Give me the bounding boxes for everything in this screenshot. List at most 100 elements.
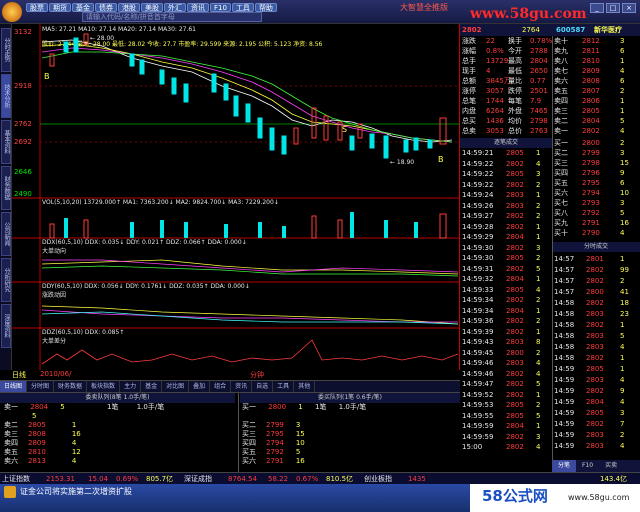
menu-item[interactable]: 美股	[141, 3, 163, 12]
news-icon	[4, 486, 16, 498]
cell: 14:59:46	[462, 369, 494, 378]
tab-f10[interactable]: F10	[576, 460, 599, 472]
menu-item[interactable]: 港股	[118, 3, 140, 12]
tab[interactable]: 工具	[273, 381, 295, 392]
menu-item[interactable]: 期货	[49, 3, 71, 12]
cell: 2811	[582, 47, 600, 55]
cell: 7	[620, 420, 625, 428]
tab-basic-info[interactable]: 基本资料	[1, 120, 11, 164]
price-label: 2490	[14, 190, 32, 198]
tab[interactable]: 资讯	[231, 381, 253, 392]
tab[interactable]: 日线图	[0, 381, 28, 392]
tab[interactable]: 分时图	[27, 381, 55, 392]
row-volume: 10	[295, 439, 305, 447]
row-label: 买三	[242, 430, 256, 438]
data-row: 总额 3845万 量比 0.77	[460, 76, 552, 86]
cell: 14:57	[554, 255, 575, 263]
data-row: 14:58 2803 5	[552, 331, 640, 342]
high-note: ← 28.00	[90, 35, 114, 42]
menu-item[interactable]: 股票	[26, 3, 48, 12]
data-row: 14:59 2805 3	[552, 408, 640, 419]
cell: 41	[620, 288, 629, 296]
chart-svg: 3132 2918 2762 2692 2646 2490 MA5: 27.21…	[12, 24, 460, 370]
cell: 5	[536, 264, 541, 273]
quote-header: 2802 2764 600587 新华医疗	[460, 24, 640, 36]
data-row: 卖四 2806 1	[552, 96, 640, 106]
tab[interactable]: 主力	[120, 381, 142, 392]
cell: 3	[620, 409, 625, 417]
tab[interactable]: 基金	[141, 381, 163, 392]
price-label: 2762	[14, 120, 32, 128]
minimize-button[interactable]: _	[590, 3, 604, 13]
tab-intraday[interactable]: 分时走势	[1, 28, 11, 72]
cell: 3	[536, 432, 541, 441]
cell: 1	[536, 275, 541, 283]
ddy-legend: DDY(60,5,10) DDX: 0.056↓ DDY: 0.1761↓ DD…	[42, 283, 250, 290]
ddz-legend: DDZ(60,5,10) DDX: 0.085↑	[42, 329, 124, 336]
close-button[interactable]: ×	[622, 3, 636, 13]
tab[interactable]: 组合	[210, 381, 232, 392]
tab-financial[interactable]: 财务数据	[1, 166, 11, 210]
menu-item[interactable]: 外汇	[164, 3, 186, 12]
sell-count: 5	[60, 403, 65, 411]
menu-item[interactable]: F10	[210, 3, 231, 12]
tab[interactable]: 其他	[294, 381, 316, 392]
tab-news[interactable]: 公司新闻	[1, 212, 11, 256]
cell: 14:59:33	[462, 285, 494, 294]
tab-technical[interactable]: 技术分析	[1, 74, 11, 118]
cell: 2802	[506, 432, 524, 441]
cell: 4	[620, 398, 625, 406]
cell: 2803	[506, 338, 524, 346]
tab[interactable]: 板块指数	[87, 381, 121, 392]
cell: 1	[620, 57, 625, 65]
data-row: 买六 2794 10	[552, 188, 640, 198]
tab[interactable]: 财务数据	[54, 381, 88, 392]
menu-item[interactable]: 债券	[95, 3, 117, 12]
data-row: 14:59:45 2800 2	[460, 348, 552, 359]
data-row: 卖二 2804 5	[552, 116, 640, 126]
data-row: 总笔 1744 每笔 7.9	[460, 96, 552, 106]
search-input[interactable]: 请输入代码/名称/拼音首字母	[82, 12, 262, 22]
quote-tabs: 分笔 F10 买卖	[552, 460, 640, 472]
quote-price-extra: 2764	[522, 26, 540, 34]
data-row: 14:59:34 2804 1	[460, 306, 552, 317]
tab-deep[interactable]: 深度资料	[1, 304, 11, 348]
news-headline[interactable]: 证金公司将实施第二次增资扩股	[20, 486, 132, 497]
cell: 14:59	[554, 409, 575, 417]
cell: 3053	[486, 127, 504, 135]
cell: 2803	[586, 442, 604, 450]
cell: 2802	[506, 380, 524, 388]
tab-ticks[interactable]: 分笔	[552, 460, 577, 472]
menu-item[interactable]: 工具	[231, 3, 254, 12]
buy-row: 买二 2799 3	[242, 421, 300, 430]
cell: 2788	[530, 47, 548, 55]
menu-item[interactable]: 资讯	[187, 3, 209, 12]
cell: 14:59	[554, 376, 575, 384]
cell: 14:58	[554, 343, 575, 351]
chart-area[interactable]: 3132 2918 2762 2692 2646 2490 MA5: 27.21…	[12, 24, 460, 370]
sell-row: 卖四 2809 4	[4, 439, 76, 448]
tab-trade[interactable]: 买卖	[599, 460, 623, 472]
cell: 15:00	[462, 443, 483, 451]
tab-research[interactable]: 分析研究	[1, 258, 11, 302]
cell: 13729	[486, 57, 509, 65]
cell: 1	[536, 149, 541, 157]
price-label: 2918	[14, 82, 32, 90]
tab[interactable]: 对比图	[162, 381, 190, 392]
data-row: 买九 2791 16	[552, 218, 640, 228]
data-row: 卖一 2802 4	[552, 126, 640, 136]
maximize-button[interactable]: □	[606, 3, 620, 13]
cell: 2	[536, 348, 541, 357]
tab[interactable]: 叠加	[189, 381, 211, 392]
cell: 7465	[530, 107, 548, 115]
tab[interactable]: 自选	[252, 381, 274, 392]
menu-item[interactable]: 帮助	[254, 3, 277, 12]
data-row: 14:57 2800 41	[552, 287, 640, 298]
data-row: 14:57 2802 99	[552, 265, 640, 276]
data-row: 14:59:26 2803 2	[460, 201, 552, 212]
stock-name: 新华医疗	[594, 26, 622, 34]
menu-item[interactable]: 基金	[72, 3, 94, 12]
chart-period-bar: 日线 2010/06/ 分钟	[0, 370, 460, 380]
cell: 3	[536, 243, 541, 252]
cell: 2763	[530, 127, 548, 135]
